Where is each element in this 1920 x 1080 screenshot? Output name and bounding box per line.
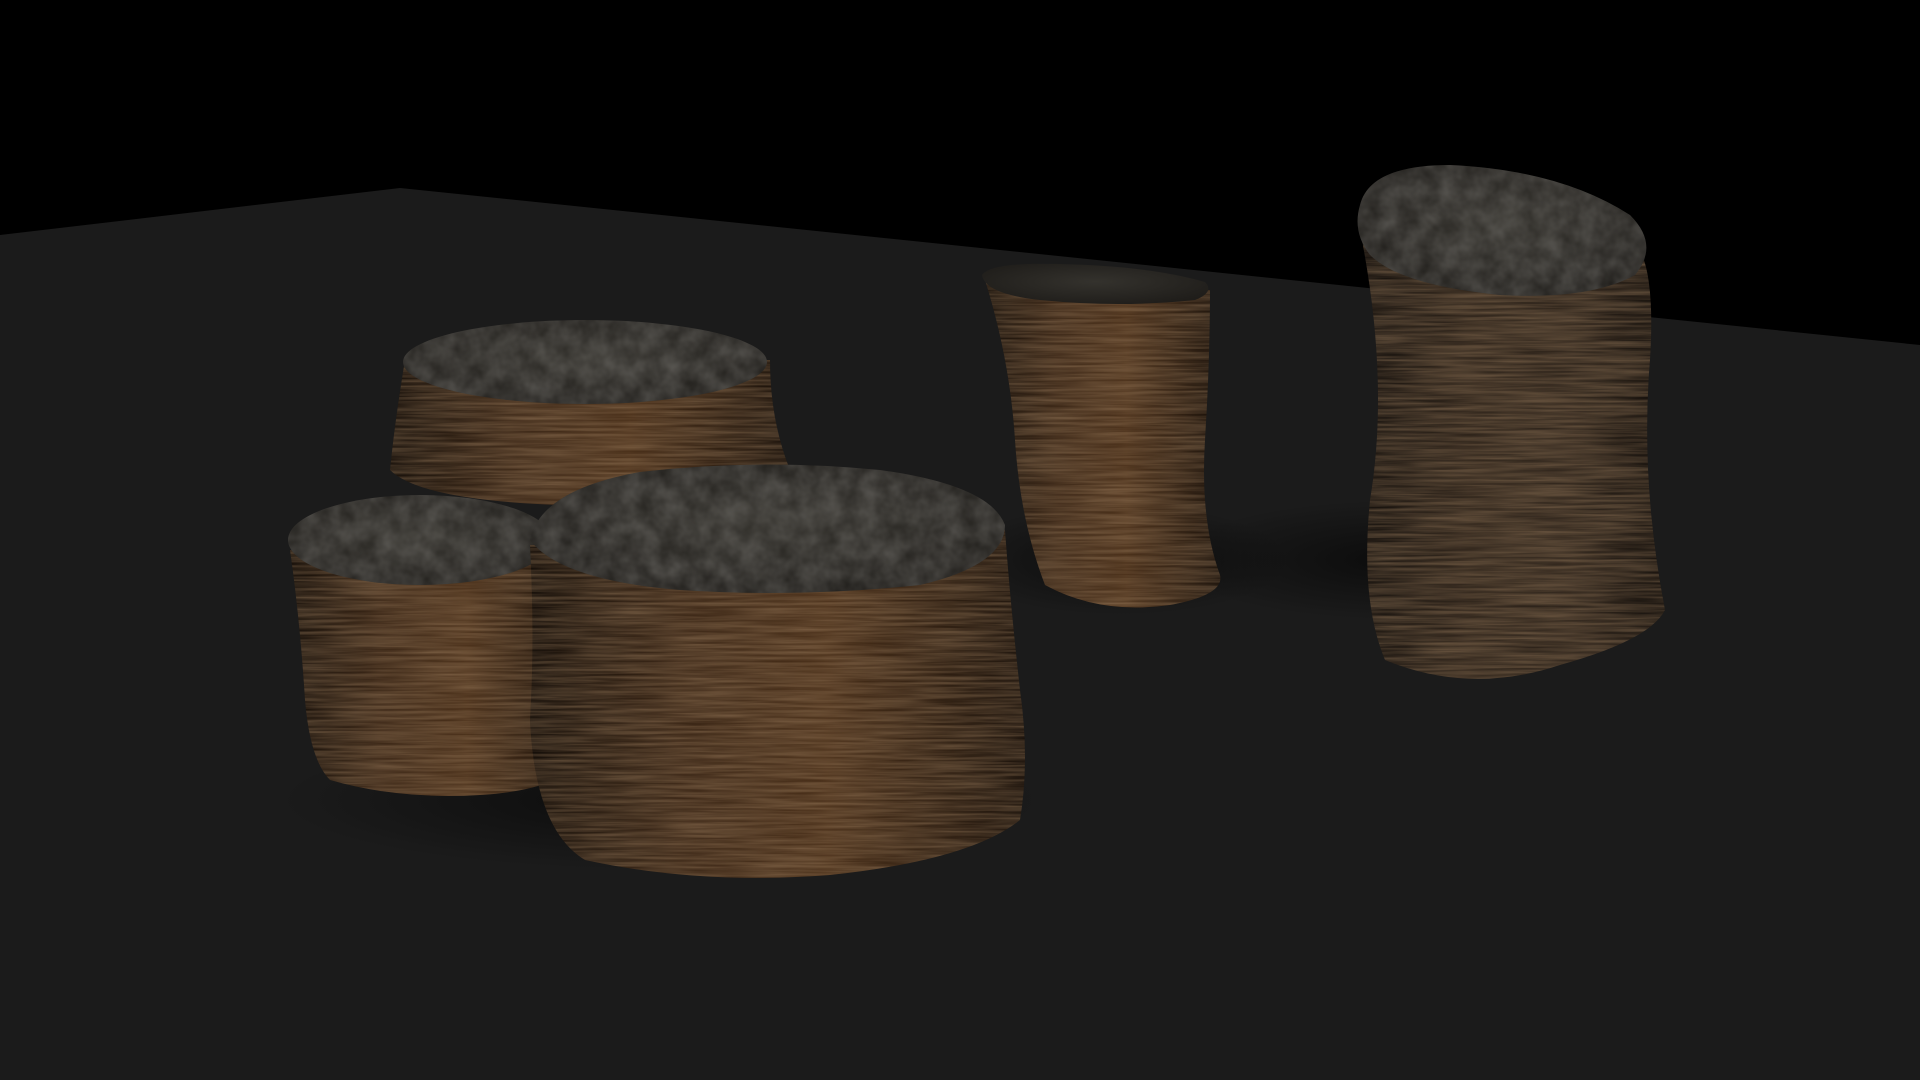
render-scene (0, 0, 1920, 1080)
render-viewport (0, 0, 1920, 1080)
tree-stump-tall-right (1357, 165, 1665, 679)
tree-stump-front-center (530, 464, 1025, 878)
